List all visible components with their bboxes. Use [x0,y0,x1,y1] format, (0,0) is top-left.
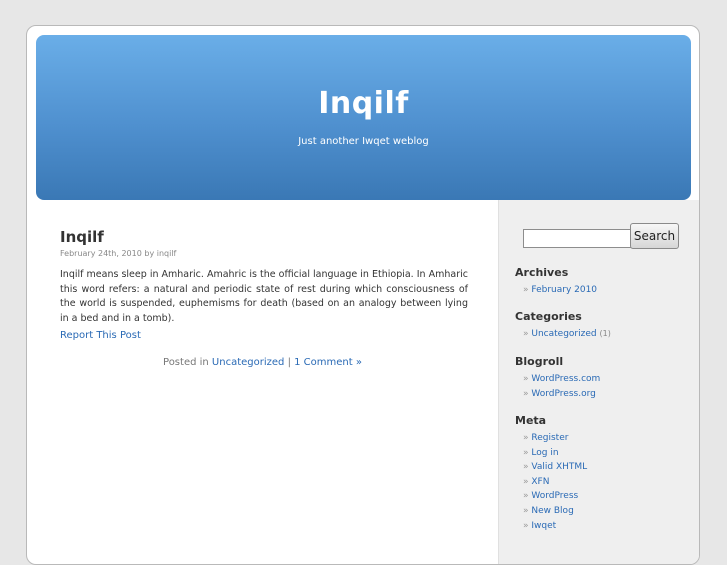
bullet-icon: » [523,433,529,443]
bullet-icon: » [523,374,529,384]
search-button[interactable]: Search [630,223,679,249]
archives-item: » February 2010 [523,283,597,298]
bullet-icon: » [523,447,529,458]
meta-link[interactable]: Iwqet [531,521,556,531]
meta-title: Meta [515,414,547,427]
search-input[interactable] [523,229,632,248]
categories-list: » Uncategorized (1) [523,327,611,342]
bullet-icon: » [523,520,529,531]
page-container: Inqilf Just another Iwqet weblog Inqilf … [26,25,700,565]
bullet-icon: » [523,476,529,487]
blogroll-item: » WordPress.org [523,387,600,402]
meta-link[interactable]: Log in [531,448,558,458]
categories-link[interactable]: Uncategorized [531,329,596,339]
blogroll-title: Blogroll [515,355,564,368]
meta-link[interactable]: WordPress [531,491,578,501]
post-meta: February 24th, 2010 by inqilf [60,249,177,258]
blogroll-list: » WordPress.com» WordPress.org [523,372,600,401]
meta-item: » New Blog [523,504,587,519]
meta-link[interactable]: New Blog [531,506,573,516]
bullet-icon: » [523,505,529,516]
footer-separator: | [287,357,291,368]
sidebar: Search Archives » February 2010 Categories… [498,200,699,564]
blogroll-link[interactable]: WordPress.com [531,374,600,384]
categories-item: » Uncategorized (1) [523,327,611,342]
post-category-link[interactable]: Uncategorized [212,357,284,368]
meta-item: » XFN [523,475,587,490]
meta-link[interactable]: Register [531,433,568,443]
meta-item: » WordPress [523,489,587,504]
bullet-icon: » [523,491,529,502]
blogroll-link[interactable]: WordPress.org [531,389,595,399]
bullet-icon: » [523,388,529,399]
bullet-icon: » [523,462,529,473]
meta-item: » Log in [523,446,587,461]
meta-link[interactable]: Valid XHTML [531,462,587,472]
categories-count: (1) [599,329,611,338]
blog-title[interactable]: Inqilf [36,86,691,121]
meta-link[interactable]: XFN [531,477,549,487]
blog-header: Inqilf Just another Iwqet weblog [36,35,691,200]
post-comments-link[interactable]: 1 Comment » [294,357,362,368]
archives-list: » February 2010 [523,283,597,298]
archives-title: Archives [515,266,569,279]
posted-in-label: Posted in [163,357,209,368]
report-post-link[interactable]: Report This Post [60,330,141,341]
meta-item: » Register [523,431,587,446]
categories-title: Categories [515,310,582,323]
blogroll-item: » WordPress.com [523,372,600,387]
meta-list: » Register» Log in» Valid XHTML» XFN» Wo… [523,431,587,533]
post-footer: Posted in Uncategorized | 1 Comment » [27,357,498,368]
blog-description: Just another Iwqet weblog [298,136,429,147]
post-body: Inqilf means sleep in Amharic. Amahric i… [60,269,468,324]
bullet-icon: » [523,329,529,339]
meta-item: » Iwqet [523,519,587,534]
archives-link[interactable]: February 2010 [531,285,597,295]
post-title[interactable]: Inqilf [60,228,104,246]
bullet-icon: » [523,285,529,295]
meta-item: » Valid XHTML [523,460,587,475]
